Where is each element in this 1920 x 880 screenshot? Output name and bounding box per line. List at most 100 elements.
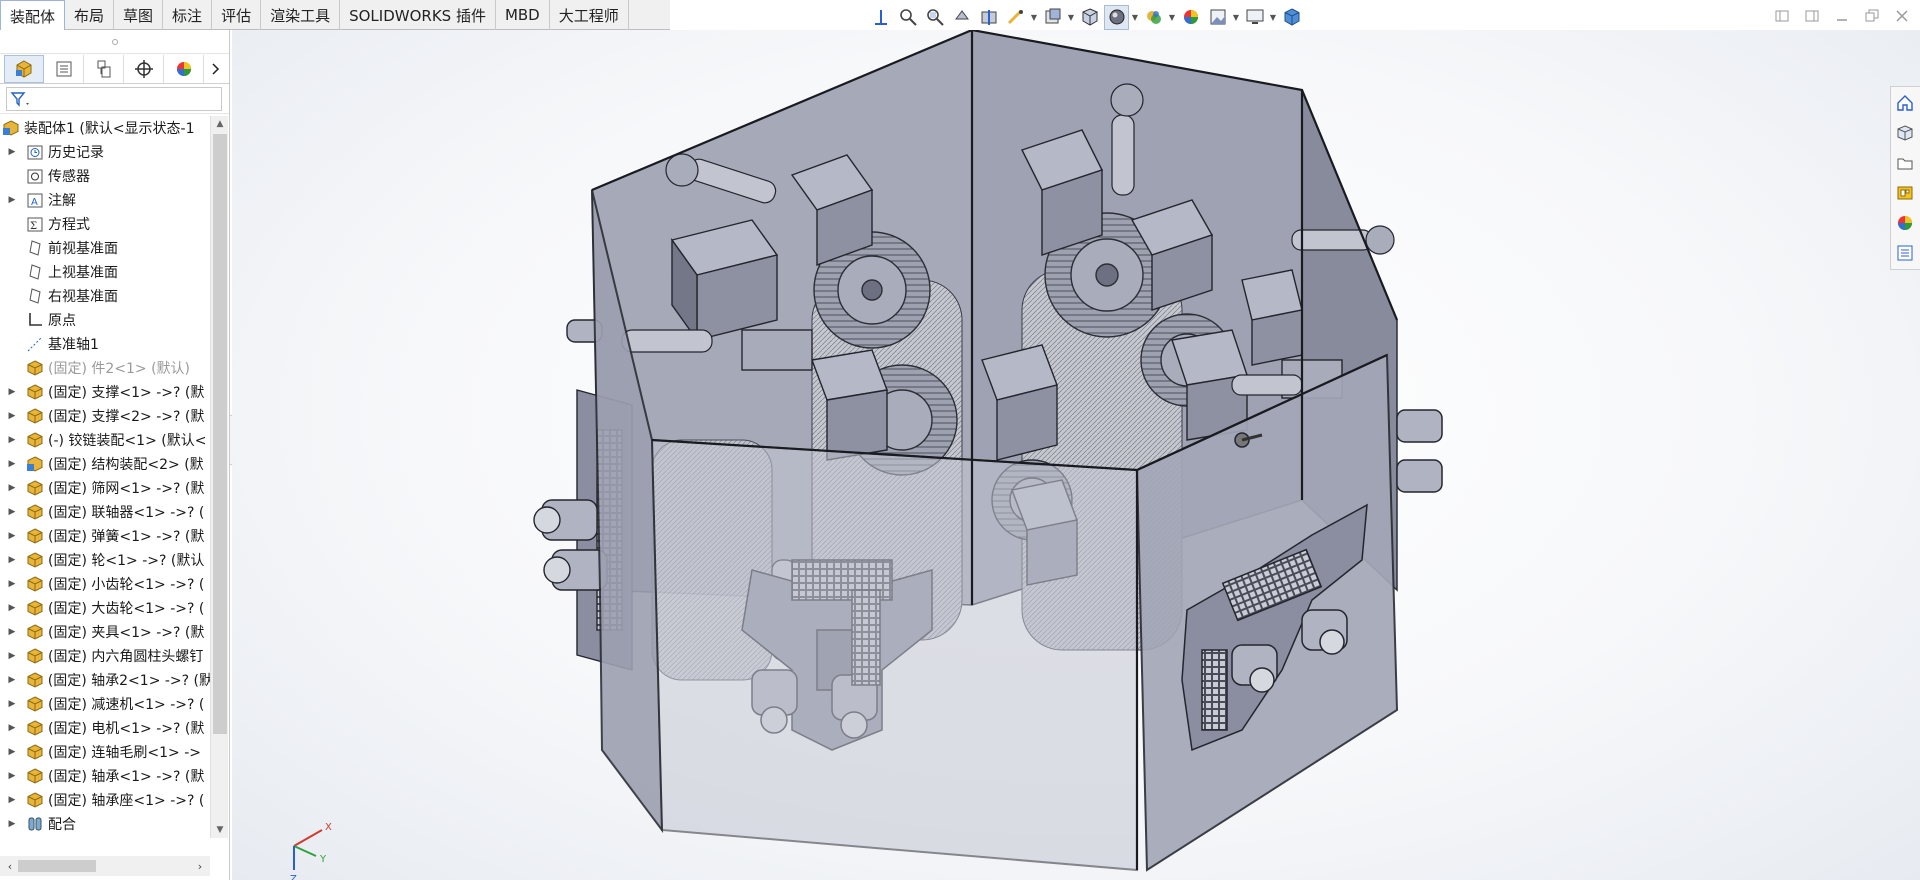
view-settings-icon[interactable]: [1040, 5, 1065, 30]
scroll-right-icon[interactable]: ›: [192, 856, 208, 876]
expand-arrow-icon[interactable]: ▶: [6, 747, 18, 757]
tree-item[interactable]: 传感器: [0, 164, 210, 188]
tab-ribbon[interactable]: 渲染工具: [261, 0, 341, 30]
tab-ribbon[interactable]: 布局: [65, 0, 115, 30]
expand-arrow-icon[interactable]: ▶: [6, 435, 18, 445]
tree-item[interactable]: ▶ (固定) 内六角圆柱头螺钉: [0, 644, 210, 668]
expand-arrow-icon[interactable]: ▶: [6, 387, 18, 397]
minimize-icon[interactable]: [1832, 6, 1852, 26]
tab-configuration-manager[interactable]: [84, 54, 124, 83]
expand-arrow-icon[interactable]: ▶: [6, 483, 18, 493]
tab-property-manager[interactable]: [44, 54, 84, 83]
tab-dimxpert-manager[interactable]: [124, 54, 164, 83]
tab-display-manager[interactable]: [164, 54, 204, 83]
dropdown-arrow-icon[interactable]: ▼: [1269, 5, 1277, 30]
tree-item[interactable]: ▶ (固定) 小齿轮<1> ->? (: [0, 572, 210, 596]
tree-item[interactable]: 基准轴1: [0, 332, 210, 356]
horizontal-scroll-thumb[interactable]: [18, 860, 96, 872]
close-icon[interactable]: [1892, 6, 1912, 26]
tree-item[interactable]: ▶ (固定) 轴承座<1> ->? (: [0, 788, 210, 812]
tree-item[interactable]: ▶ (固定) 筛网<1> ->? (默: [0, 476, 210, 500]
scroll-up-icon[interactable]: ▲: [211, 116, 229, 132]
zoom-area-icon[interactable]: [922, 5, 947, 30]
file-explorer-icon[interactable]: [1891, 149, 1919, 177]
section-view-icon[interactable]: [976, 5, 1001, 30]
expand-arrow-icon[interactable]: ▶: [6, 771, 18, 781]
custom-properties-icon[interactable]: [1891, 239, 1919, 267]
tree-item[interactable]: ▶局部圆周阵列2: [0, 836, 210, 838]
edit-appearance-icon[interactable]: [1178, 5, 1203, 30]
tree-item[interactable]: 前视基准面: [0, 236, 210, 260]
panel-collapse-handle[interactable]: [0, 30, 229, 54]
tree-item[interactable]: ▶ 配合: [0, 812, 210, 836]
expand-arrow-icon[interactable]: ▶: [6, 147, 18, 157]
tab-feature-manager[interactable]: [4, 54, 44, 83]
tree-item[interactable]: (固定) 件2<1> (默认): [0, 356, 210, 380]
tree-item[interactable]: ▶ (-) 铰链装配<1> (默认<: [0, 428, 210, 452]
expand-arrow-icon[interactable]: ▶: [6, 675, 18, 685]
tree-root-assembly[interactable]: 装配体1 (默认<显示状态-1: [0, 116, 210, 140]
tree-item[interactable]: 上视基准面: [0, 260, 210, 284]
tree-horizontal-scrollbar[interactable]: ‹ ›: [0, 856, 210, 876]
dropdown-arrow-icon[interactable]: ▼: [1168, 5, 1176, 30]
expand-arrow-icon[interactable]: ▶: [6, 555, 18, 565]
view-orientation-icon[interactable]: [868, 5, 893, 30]
hide-show-icon[interactable]: [1141, 5, 1166, 30]
scroll-down-icon[interactable]: ▼: [211, 822, 229, 838]
tree-item[interactable]: ▶ (固定) 减速机<1> ->? (: [0, 692, 210, 716]
tree-item[interactable]: ▶ 历史记录: [0, 140, 210, 164]
tree-item[interactable]: ▶ (固定) 大齿轮<1> ->? (: [0, 596, 210, 620]
tree-item[interactable]: Σ 方程式: [0, 212, 210, 236]
tree-item[interactable]: ▶ (固定) 连轴毛刷<1> ->: [0, 740, 210, 764]
tree-item[interactable]: ▶ (固定) 支撑<1> ->? (默: [0, 380, 210, 404]
assembly-model-render[interactable]: X Y Z: [232, 30, 1920, 880]
expand-arrow-icon[interactable]: ▶: [6, 627, 18, 637]
display-style-icon[interactable]: [1104, 4, 1129, 30]
tab-ribbon[interactable]: 大工程师: [550, 0, 629, 30]
3d-view-icon[interactable]: [1279, 5, 1304, 30]
panel-tabs-more[interactable]: [204, 55, 226, 83]
expand-arrow-icon[interactable]: ▶: [6, 459, 18, 469]
expand-arrow-icon[interactable]: ▶: [6, 195, 18, 205]
tab-ribbon[interactable]: MBD: [496, 0, 550, 30]
expand-arrow-icon[interactable]: ▶: [6, 699, 18, 709]
expand-arrow-icon[interactable]: ▶: [6, 411, 18, 421]
expand-arrow-icon[interactable]: ▶: [6, 603, 18, 613]
tab-ribbon[interactable]: 评估: [212, 0, 262, 30]
tree-item[interactable]: ▶ (固定) 夹具<1> ->? (默: [0, 620, 210, 644]
graphics-area[interactable]: X Y Z: [232, 30, 1920, 880]
expand-arrow-icon[interactable]: ▶: [6, 723, 18, 733]
vertical-scroll-thumb[interactable]: [213, 134, 227, 734]
tree-item[interactable]: ▶ (固定) 弹簧<1> ->? (默: [0, 524, 210, 548]
tree-item[interactable]: 原点: [0, 308, 210, 332]
display-pane-icon[interactable]: [1242, 5, 1267, 30]
expand-arrow-icon[interactable]: ▶: [6, 507, 18, 517]
apply-scene-icon[interactable]: [1205, 5, 1230, 30]
design-library-icon[interactable]: [1891, 119, 1919, 147]
tile-right-icon[interactable]: [1802, 6, 1822, 26]
dropdown-arrow-icon[interactable]: ▼: [1067, 5, 1075, 30]
scroll-left-icon[interactable]: ‹: [2, 856, 18, 876]
expand-arrow-icon[interactable]: ▶: [6, 795, 18, 805]
tab-ribbon[interactable]: SOLIDWORKS 插件: [340, 0, 496, 30]
tree-item[interactable]: ▶ (固定) 轴承<1> ->? (默: [0, 764, 210, 788]
dynamic-annotation-icon[interactable]: [1003, 5, 1028, 30]
dropdown-arrow-icon[interactable]: ▼: [1131, 5, 1139, 30]
zoom-to-fit-icon[interactable]: [895, 5, 920, 30]
tree-item[interactable]: ▶ (固定) 电机<1> ->? (默: [0, 716, 210, 740]
view-orientation-cube-icon[interactable]: [1077, 5, 1102, 30]
tree-item[interactable]: ▶ A 注解: [0, 188, 210, 212]
home-icon[interactable]: [1891, 89, 1919, 117]
tree-item[interactable]: ▶ (固定) 轴承2<1> ->? (默: [0, 668, 210, 692]
dropdown-arrow-icon[interactable]: ▼: [1232, 5, 1240, 30]
tab-ribbon[interactable]: 标注: [163, 0, 213, 30]
tree-vertical-scrollbar[interactable]: ▲ ▼: [210, 116, 228, 838]
expand-arrow-icon[interactable]: ▶: [6, 819, 18, 829]
restore-icon[interactable]: [1862, 6, 1882, 26]
tab-ribbon[interactable]: 装配体: [0, 0, 66, 31]
tree-filter-input[interactable]: [6, 86, 222, 111]
tree-item[interactable]: ▶ (固定) 轮<1> ->? (默认: [0, 548, 210, 572]
tile-left-icon[interactable]: [1772, 6, 1792, 26]
expand-arrow-icon[interactable]: ▶: [6, 579, 18, 589]
tree-item[interactable]: 右视基准面: [0, 284, 210, 308]
